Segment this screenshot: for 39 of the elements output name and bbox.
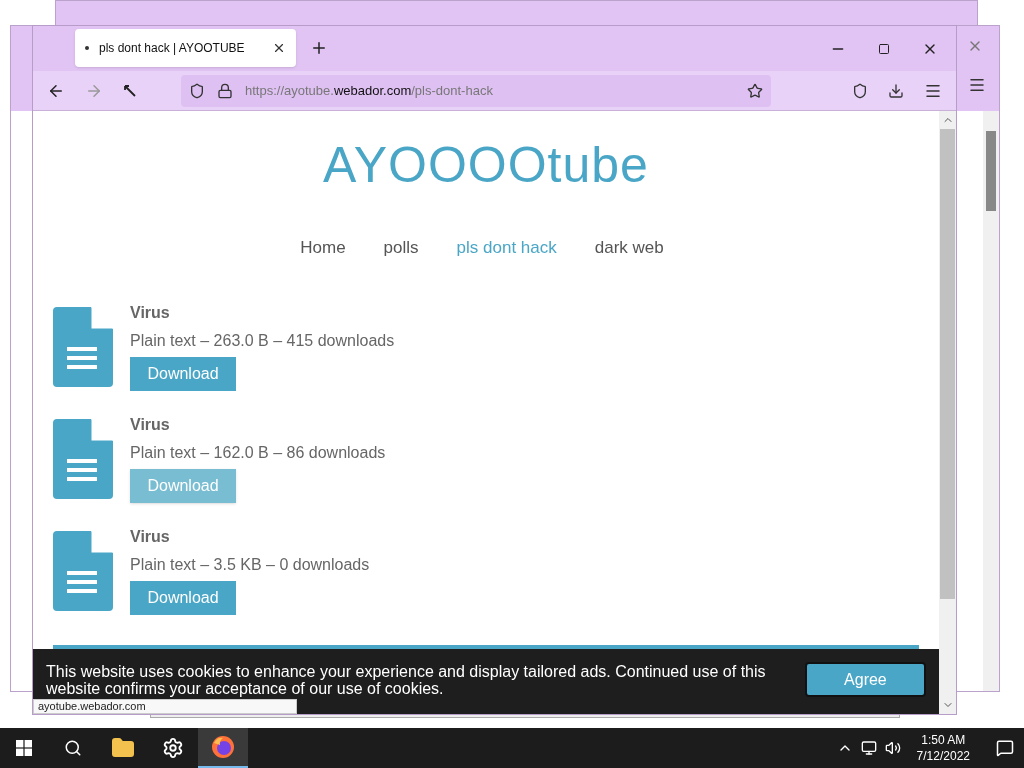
document-icon [53, 530, 113, 611]
file-title: Virus [130, 526, 171, 547]
nav-link[interactable]: polls [383, 235, 419, 261]
menu-icon[interactable] [968, 76, 986, 94]
folder-icon[interactable] [111, 736, 135, 760]
search-icon[interactable] [64, 739, 82, 757]
browser-tab[interactable]: pls dont hack | AYOOTUBE [75, 29, 296, 67]
new-tab-icon[interactable] [310, 39, 328, 57]
browser-icon[interactable] [211, 735, 235, 759]
notifications-icon[interactable] [996, 739, 1014, 757]
document-icon [53, 418, 113, 499]
file-details: Plain text – 263.0 B – 415 downloads [130, 330, 395, 351]
close-tab-icon[interactable] [272, 41, 286, 55]
document-icon [53, 306, 113, 387]
scrollbar[interactable] [983, 111, 999, 691]
nav-link[interactable]: dark web [594, 235, 664, 261]
volume-icon[interactable] [884, 740, 901, 756]
network-icon[interactable] [860, 740, 877, 756]
url-text: https://ayotube.webador.com/pls-dont-hack [245, 81, 494, 100]
lock-icon[interactable] [217, 82, 233, 99]
tab-title: pls dont hack | AYOOTUBE [99, 40, 246, 57]
clock-date[interactable]: 7/12/2022 [916, 748, 970, 764]
download-icon[interactable] [888, 82, 904, 99]
bookmark-star-icon[interactable] [747, 82, 763, 99]
maximize-icon[interactable] [878, 43, 890, 55]
cookie-message: This website uses cookies to enhance your experience and display tailored ads. Continued use of this website confirms your acceptance of our use of cookies. [46, 663, 767, 697]
address-bar[interactable]: https://ayotube.webador.com/pls-dont-hack [181, 74, 771, 107]
file-details: Plain text – 162.0 B – 86 downloads [130, 442, 386, 463]
nav-link[interactable]: Home [300, 235, 346, 261]
link-status-tooltip: ayotube.webador.com [33, 699, 297, 714]
file-title: Virus [130, 302, 171, 323]
file-details: Plain text – 3.5 KB – 0 downloads [130, 554, 370, 575]
shield-icon[interactable] [189, 82, 205, 99]
windows-logo-icon[interactable] [16, 740, 32, 756]
scrollbar-thumb[interactable] [940, 129, 955, 599]
scrollbar[interactable] [939, 111, 956, 714]
file-title: Virus [130, 414, 171, 435]
settings-icon[interactable] [162, 737, 184, 759]
clock-time[interactable]: 1:50 AM [921, 732, 966, 748]
